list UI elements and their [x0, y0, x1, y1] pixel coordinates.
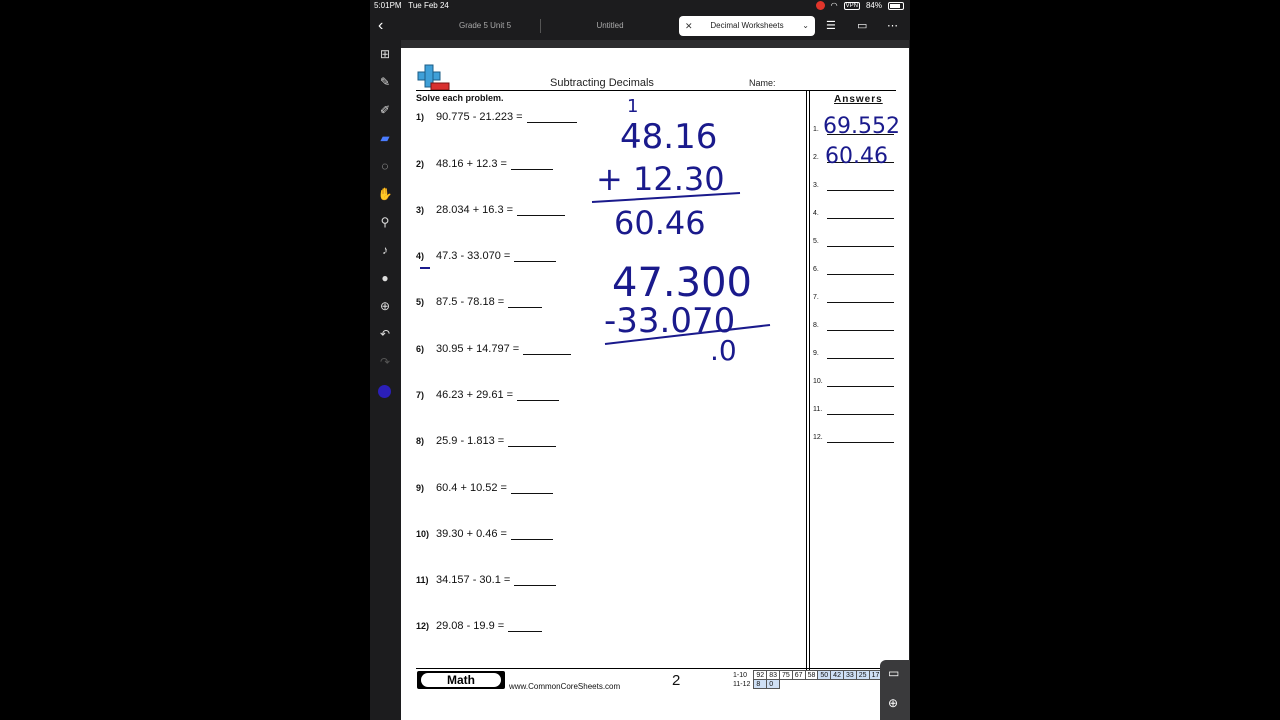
tab-bar: ‹ Grade 5 Unit 5 Untitled ✕ Decimal Work…	[370, 13, 910, 40]
hand-icon[interactable]: ✋	[377, 186, 393, 202]
answer-column-divider	[806, 90, 807, 670]
add-icon[interactable]: ⊕	[377, 298, 393, 314]
tab-decimal-worksheets[interactable]: ✕ Decimal Worksheets ⌄	[679, 16, 815, 36]
eraser-icon[interactable]: ▰	[377, 130, 393, 146]
worksheet-page[interactable]: Subtracting Decimals Name: Solve each pr…	[401, 48, 909, 720]
keyboard-icon[interactable]: ▭	[888, 666, 899, 680]
eyedropper-icon[interactable]: ⚲	[377, 214, 393, 230]
answer-line-2: 2.	[813, 154, 894, 163]
problem-6: 6) 30.95 + 14.797 =	[416, 343, 572, 355]
document-top-edge	[401, 40, 909, 48]
undo-icon[interactable]: ↶	[377, 326, 393, 342]
subject-badge: Math	[417, 671, 505, 689]
grid-icon[interactable]: ⊞	[377, 46, 393, 62]
answer-line-11: 11.	[813, 406, 894, 415]
header-divider	[416, 90, 896, 91]
answer-line-6: 6.	[813, 266, 894, 275]
footer-divider	[416, 668, 896, 669]
problem-9: 9) 60.4 + 10.52 =	[416, 482, 553, 494]
status-time: 5:01PM Tue Feb 24	[374, 1, 449, 10]
answer-blank[interactable]	[526, 112, 577, 123]
problem-4: 4) 47.3 - 33.070 =	[416, 250, 557, 262]
answers-title: Answers	[834, 94, 883, 105]
answer-line-5: 5.	[813, 238, 894, 247]
problem-10: 10) 39.30 + 0.46 =	[416, 528, 553, 540]
tab-divider	[540, 19, 541, 33]
list-icon[interactable]: ☰	[826, 19, 836, 32]
close-icon[interactable]: ✕	[685, 16, 693, 36]
answer-blank[interactable]	[508, 621, 543, 632]
site-url: www.CommonCoreSheets.com	[509, 682, 621, 691]
chevron-left-icon[interactable]: ‹	[378, 17, 383, 35]
answer-blank[interactable]	[514, 251, 557, 262]
problem-7: 7) 46.23 + 29.61 =	[416, 389, 560, 401]
problem-8: 8) 25.9 - 1.813 =	[416, 435, 557, 447]
answer-blank[interactable]	[514, 575, 557, 586]
pen-color-swatch[interactable]	[378, 385, 391, 398]
chevron-down-icon[interactable]: ⌄	[802, 16, 809, 36]
answer-line-8: 8.	[813, 322, 894, 331]
plus-minus-logo-icon	[417, 64, 450, 91]
answer-blank[interactable]	[517, 205, 566, 216]
problem-5: 5) 87.5 - 78.18 =	[416, 296, 543, 308]
zoom-control[interactable]: ▭ ⊕	[880, 660, 910, 720]
sticker-icon[interactable]: ●	[377, 270, 393, 286]
tab-grade5[interactable]: Grade 5 Unit 5	[430, 16, 540, 36]
name-label: Name:	[749, 78, 776, 88]
answer-blank[interactable]	[523, 344, 572, 355]
instructions: Solve each problem.	[416, 93, 504, 103]
battery-percent: 84%	[865, 1, 882, 10]
pen-icon[interactable]: ✎	[377, 74, 393, 90]
answer-blank[interactable]	[510, 159, 553, 170]
problem-3: 3) 28.034 + 16.3 =	[416, 204, 566, 216]
score-table: 1-10 92 83 75 67 58 50 42 33 25 17 11-12…	[731, 670, 883, 689]
problem-12: 12) 29.08 - 19.9 =	[416, 620, 543, 632]
problem-11: 11) 34.157 - 30.1 =	[416, 574, 557, 586]
zoom-icon[interactable]: ⊕	[888, 696, 898, 710]
redo-icon[interactable]: ↷	[377, 354, 393, 370]
problem-2: 2) 48.16 + 12.3 =	[416, 158, 553, 170]
answer-blank[interactable]	[508, 297, 543, 308]
record-icon	[815, 1, 825, 10]
page-number: 2	[672, 672, 681, 689]
wifi-icon: ◠	[830, 1, 838, 10]
lasso-icon[interactable]: ◌	[377, 158, 393, 174]
answer-line-7: 7.	[813, 294, 894, 303]
answer-line-4: 4.	[813, 210, 894, 219]
vpn-badge: VPN	[843, 1, 860, 10]
answer-blank[interactable]	[508, 436, 557, 447]
answer-line-12: 12.	[813, 434, 894, 443]
answer-line-3: 3.	[813, 182, 894, 191]
answer-column-divider	[809, 90, 810, 670]
answer-blank[interactable]	[510, 529, 553, 540]
status-bar: 5:01PM Tue Feb 24 ◠ VPN 84%	[370, 0, 910, 12]
tool-sidebar: ⊞ ✎ ✐ ▰ ◌ ✋ ⚲ ♪ ● ⊕ ↶ ↷	[370, 40, 400, 720]
answer-line-1: 1.	[813, 126, 894, 135]
mic-icon[interactable]: ♪	[377, 242, 393, 258]
answer-blank[interactable]	[510, 483, 553, 494]
answer-line-10: 10.	[813, 378, 894, 387]
answer-line-9: 9.	[813, 350, 894, 359]
ipad-screen: 5:01PM Tue Feb 24 ◠ VPN 84% ‹ Grade 5 Un…	[370, 0, 910, 720]
pages-icon[interactable]: ▭	[857, 19, 867, 32]
worksheet-title: Subtracting Decimals	[550, 77, 654, 89]
tab-untitled[interactable]: Untitled	[555, 16, 665, 36]
answer-blank[interactable]	[517, 390, 560, 401]
highlighter-icon[interactable]: ✐	[377, 102, 393, 118]
battery-icon	[888, 1, 904, 10]
problem-1: 1) 90.775 - 21.223 =	[416, 111, 577, 123]
more-icon[interactable]: ⋯	[887, 19, 898, 32]
